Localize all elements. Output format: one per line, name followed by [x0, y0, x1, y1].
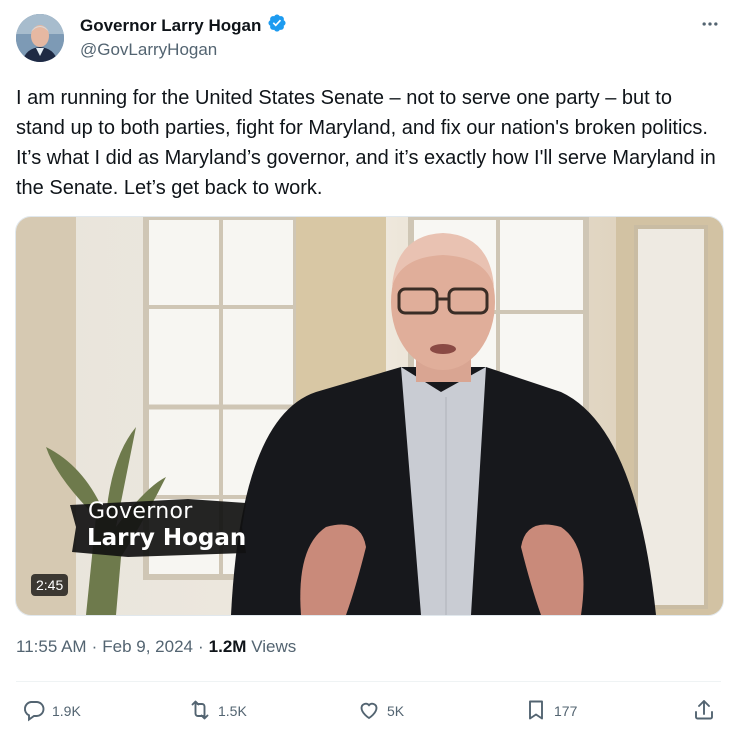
more-options-icon[interactable]: [698, 12, 722, 36]
author-display-name[interactable]: Governor Larry Hogan: [80, 16, 261, 36]
tweet-text: I am running for the United States Senat…: [16, 87, 716, 199]
tweet-time[interactable]: 11:55 AM: [16, 637, 87, 657]
bookmark-icon: [524, 698, 548, 725]
bookmark-button[interactable]: 177: [524, 695, 577, 727]
verified-badge-icon: [267, 13, 287, 38]
video-caption-name: Larry Hogan: [87, 525, 247, 551]
repost-button[interactable]: 1.5K: [188, 695, 247, 727]
video-caption-title: Governor: [88, 499, 193, 524]
reply-count: 1.9K: [52, 703, 81, 719]
avatar[interactable]: [16, 14, 64, 62]
reply-button[interactable]: 1.9K: [22, 695, 81, 727]
video-duration-badge: 2:45: [31, 574, 69, 596]
like-button[interactable]: 5K: [357, 695, 404, 727]
like-icon: [357, 698, 381, 725]
like-count: 5K: [387, 703, 405, 719]
share-icon: [692, 698, 716, 725]
divider: [16, 681, 721, 682]
action-bar: 1.9K 1.5K 5K 177: [0, 695, 736, 727]
tweet-date[interactable]: Feb 9, 2024: [102, 637, 193, 657]
tweet-meta: 11:55 AM · Feb 9, 2024 · 1.2M Views: [16, 637, 296, 657]
meta-separator: ·: [91, 637, 98, 656]
reply-icon: [22, 698, 46, 725]
share-button[interactable]: [692, 695, 716, 727]
repost-icon: [188, 698, 212, 725]
meta-separator: ·: [198, 637, 204, 656]
views-count: 1.2M: [208, 637, 247, 656]
views-label: Views: [251, 637, 297, 656]
repost-count: 1.5K: [218, 703, 247, 719]
author-handle[interactable]: @GovLarryHogan: [80, 40, 217, 60]
bookmark-count: 177: [554, 703, 578, 719]
